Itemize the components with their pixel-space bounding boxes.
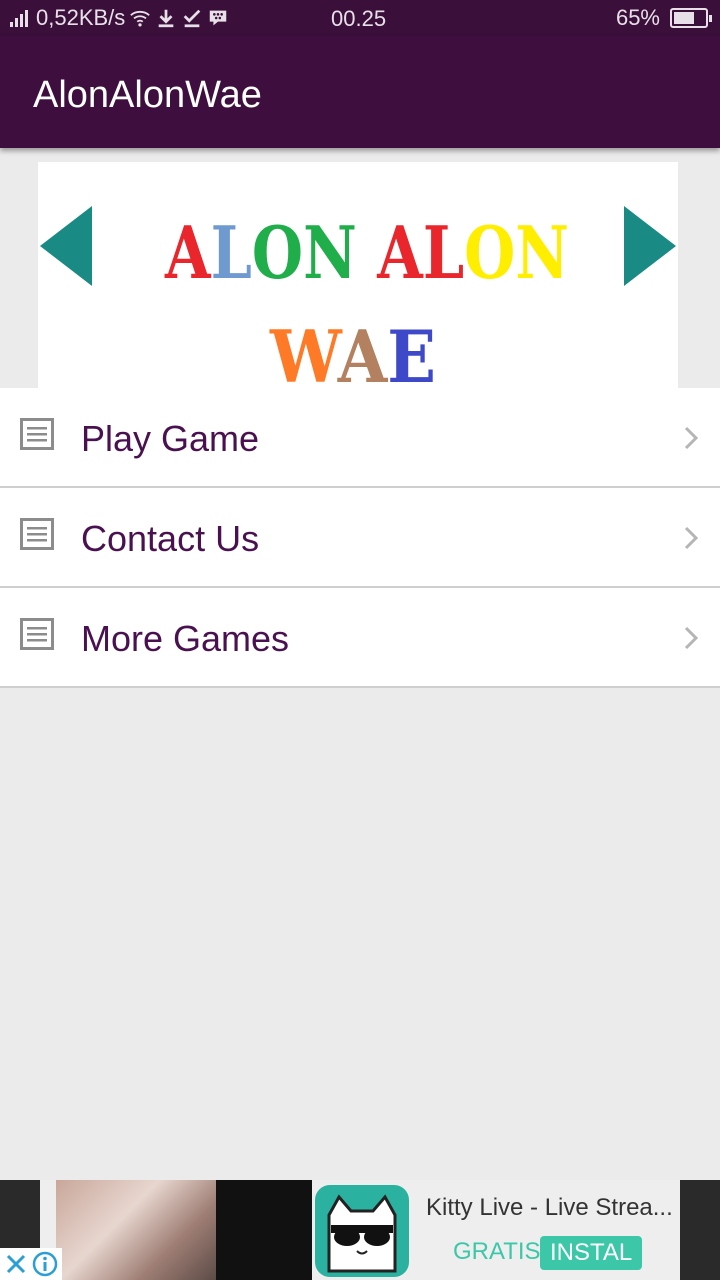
app-title: AlonAlonWae bbox=[33, 74, 262, 116]
ad-image-dark-panel bbox=[216, 1180, 312, 1280]
banner-letter: W bbox=[269, 314, 343, 388]
banner-letter: N bbox=[515, 210, 569, 295]
wifi-icon bbox=[130, 10, 151, 27]
menu-item-label: Play Game bbox=[81, 418, 260, 459]
info-icon[interactable] bbox=[32, 1251, 58, 1277]
banner-next-arrow-icon[interactable] bbox=[624, 206, 676, 286]
document-icon bbox=[20, 418, 54, 450]
ad-image[interactable] bbox=[56, 1180, 216, 1280]
banner-letter: N bbox=[303, 210, 357, 295]
menu-item-label: Contact Us bbox=[81, 518, 260, 559]
check-icon bbox=[183, 9, 201, 28]
banner-prev-arrow-icon[interactable] bbox=[40, 206, 92, 286]
banner-letter: L bbox=[211, 210, 252, 295]
app-bar: AlonAlonWae bbox=[0, 36, 720, 148]
menu-item-more-games[interactable]: More Games bbox=[0, 588, 720, 688]
banner-title-line2: WAE bbox=[269, 314, 436, 388]
battery-percent: 65% bbox=[615, 5, 660, 30]
banner-title-line1: ALON ALON bbox=[164, 210, 569, 295]
close-icon[interactable] bbox=[4, 1252, 28, 1276]
banner-letter bbox=[357, 210, 377, 295]
ad-install-button[interactable]: INSTAL bbox=[540, 1236, 643, 1270]
banner-letter: A bbox=[337, 314, 388, 388]
status-bar: 0,52KB/s 00.25 65% bbox=[0, 0, 720, 36]
banner: ALON ALON WAE bbox=[38, 162, 678, 388]
chevron-right-icon bbox=[684, 526, 698, 550]
banner-letter: O bbox=[252, 210, 303, 295]
ad-banner[interactable]: Kitty Live - Live Strea... GRATIS INSTAL bbox=[0, 1180, 720, 1280]
chevron-right-icon bbox=[684, 626, 698, 650]
banner-letter: O bbox=[464, 210, 515, 295]
ad-content[interactable]: Kitty Live - Live Strea... GRATIS INSTAL bbox=[40, 1180, 680, 1280]
clock: 00.25 bbox=[331, 6, 387, 31]
ad-close-area[interactable] bbox=[0, 1248, 62, 1280]
ad-price: GRATIS bbox=[453, 1238, 541, 1265]
network-speed: 0,52KB/s bbox=[36, 5, 126, 30]
bbm-icon bbox=[210, 10, 227, 26]
banner-letter: L bbox=[423, 210, 464, 295]
document-icon bbox=[20, 518, 54, 550]
banner-letter: A bbox=[164, 210, 211, 295]
banner-letter: A bbox=[376, 210, 423, 295]
battery-icon bbox=[670, 8, 712, 28]
ad-title[interactable]: Kitty Live - Live Strea... bbox=[426, 1194, 673, 1222]
menu-item-label: More Games bbox=[81, 618, 290, 659]
ad-app-icon[interactable] bbox=[312, 1182, 412, 1280]
menu-item-contact-us[interactable]: Contact Us bbox=[0, 488, 720, 588]
document-icon bbox=[20, 618, 54, 650]
menu-item-play-game[interactable]: Play Game bbox=[0, 388, 720, 488]
download-icon bbox=[158, 9, 174, 28]
menu-list: Play Game Contact Us More Games bbox=[0, 388, 720, 688]
banner-letter: E bbox=[387, 314, 436, 388]
signal-icon bbox=[10, 9, 28, 27]
chevron-right-icon bbox=[684, 426, 698, 450]
